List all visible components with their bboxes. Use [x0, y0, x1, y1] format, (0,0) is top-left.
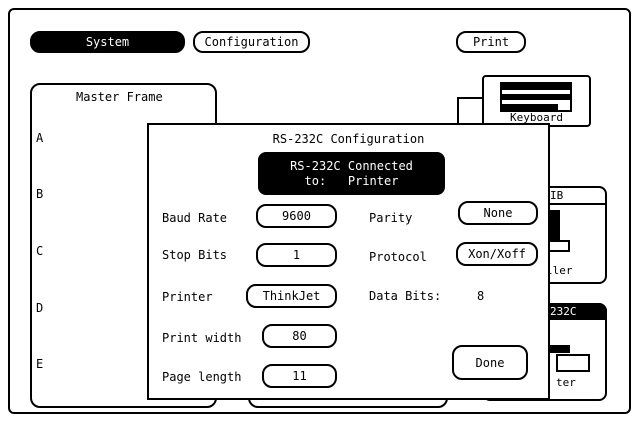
done-button-label: Done: [475, 355, 505, 370]
connected-to-button[interactable]: RS-232C Connected to: Printer: [258, 152, 445, 195]
page-length-value: 11: [292, 369, 307, 383]
connected-to-line2: to: Printer: [304, 173, 399, 188]
printer-field[interactable]: ThinkJet: [246, 284, 337, 308]
stop-bits-label: Stop Bits: [162, 248, 228, 262]
protocol-label: Protocol: [369, 250, 427, 264]
parity-label: Parity: [369, 211, 413, 225]
system-button-label: System: [85, 35, 130, 49]
page-length-field[interactable]: 11: [262, 364, 337, 388]
print-width-value: 80: [292, 329, 307, 343]
parity-value: None: [483, 206, 513, 220]
slot-c-label: C: [36, 244, 44, 258]
dialog-title: RS-232C Configuration: [272, 132, 425, 146]
configuration-button-label: Configuration: [204, 35, 299, 49]
protocol-field[interactable]: Xon/Xoff: [456, 242, 538, 266]
connector-line: [457, 97, 482, 99]
configuration-button[interactable]: Configuration: [193, 31, 310, 53]
stop-bits-value: 1: [292, 248, 301, 262]
parity-field[interactable]: None: [458, 201, 538, 225]
slot-b-label: B: [36, 187, 44, 201]
print-button-label: Print: [472, 35, 510, 49]
data-bits-value: 8: [477, 289, 485, 303]
print-button[interactable]: Print: [456, 31, 526, 53]
rs232-title: 232C: [550, 305, 577, 318]
print-width-field[interactable]: 80: [262, 324, 337, 348]
keyboard-icon: [500, 82, 572, 112]
connector-line: [457, 97, 459, 123]
data-bits-label: Data Bits:: [369, 289, 442, 303]
print-width-label: Print width: [162, 331, 242, 345]
master-frame-title: Master Frame: [76, 90, 163, 104]
stop-bits-field[interactable]: 1: [256, 243, 337, 267]
slot-d-label: D: [36, 301, 44, 315]
printer-label-field: Printer: [162, 290, 213, 304]
hpib-title: IB: [550, 189, 564, 202]
done-button[interactable]: Done: [452, 345, 528, 380]
baud-rate-label: Baud Rate: [162, 211, 228, 225]
printer-icon-top: [548, 345, 570, 353]
baud-rate-value: 9600: [282, 209, 311, 223]
page-length-label: Page length: [162, 370, 242, 384]
connected-to-line1: RS-232C Connected: [290, 158, 413, 173]
baud-rate-field[interactable]: 9600: [256, 204, 337, 228]
printer-label: ter: [556, 376, 576, 389]
slot-e-label: E: [36, 357, 44, 371]
system-button[interactable]: System: [30, 31, 185, 53]
slot-a-label: A: [36, 131, 44, 145]
printer-value: ThinkJet: [262, 289, 321, 303]
protocol-value: Xon/Xoff: [468, 247, 526, 261]
printer-icon: [556, 354, 590, 372]
